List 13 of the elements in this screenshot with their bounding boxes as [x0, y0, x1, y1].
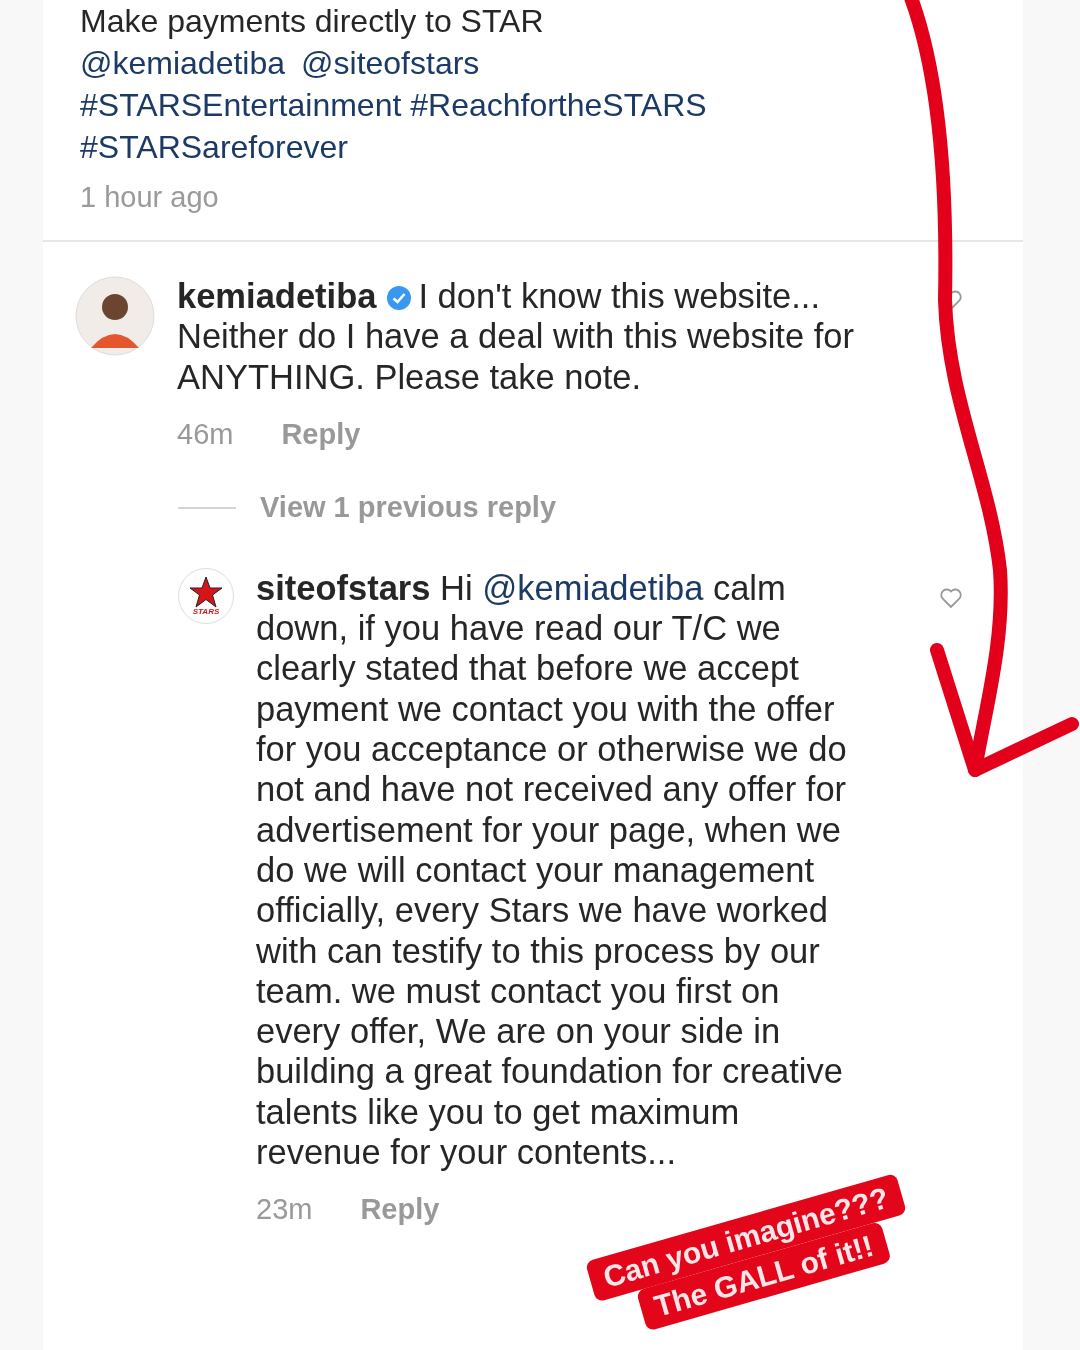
- comment-time: 46m: [177, 416, 234, 452]
- caption-text: Make payments directly to STAR: [80, 2, 545, 41]
- hashtag-link[interactable]: #STARSareforever: [80, 126, 1023, 168]
- hashtag-link[interactable]: #STARSEntertainment #ReachfortheSTARS: [80, 84, 1023, 126]
- timestamp: 1 hour ago: [80, 180, 220, 215]
- logo-text: STARS: [192, 607, 220, 616]
- mention-link[interactable]: @siteofstars: [301, 42, 480, 84]
- star-icon: [189, 575, 223, 608]
- mention-link[interactable]: @kemiadetiba: [482, 568, 704, 607]
- comment-text: kemiadetiba I don't know this website... Neither do I have a deal with this website for ANYTHING. Please take note.: [177, 276, 855, 397]
- mention-link[interactable]: @kemiadetiba: [80, 42, 286, 84]
- comment-text: siteofstars Hi @kemiadetiba calm down, if you have read our T/C we clearly stated that before we accept payment we contact you with the offer for you acceptance or otherwise we do not and have not received any offer for advertisement for your page, when we do we will contact your management officially, every Stars we have worked with can testify to this process by our team. we must contact you first on every offer, We are on your side in building a great foundation for creative talents like you to get maximum revenue for your contents...: [256, 567, 848, 1173]
- comment-time: 23m: [256, 1192, 313, 1228]
